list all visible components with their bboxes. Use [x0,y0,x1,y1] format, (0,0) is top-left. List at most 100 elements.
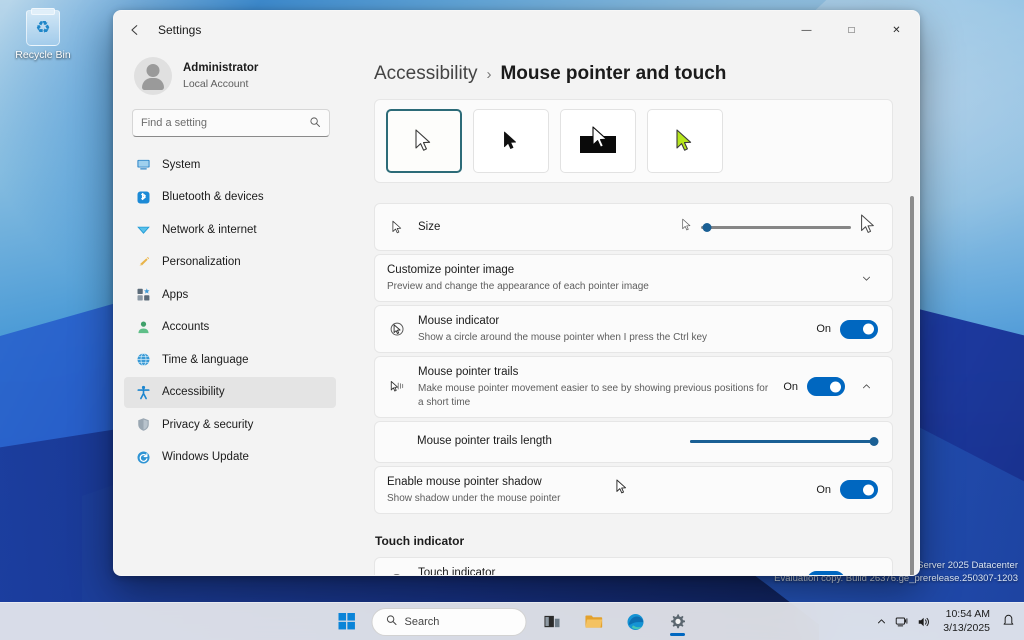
app-title: Settings [158,23,202,37]
setting-subtitle: Preview and change the appearance of eac… [387,280,649,292]
pointer-style-black[interactable] [473,109,549,173]
trails-length-slider[interactable] [690,433,879,451]
setting-title: Mouse indicator [418,315,500,328]
start-button[interactable] [330,607,364,637]
setting-row-trails-length: Mouse pointer trails length [375,422,892,462]
windows-start-icon [338,613,355,630]
breadcrumb: Accessibility › Mouse pointer and touch [374,63,893,85]
setting-row-pointer-shadow: Enable mouse pointer shadow Show shadow … [375,467,892,513]
sidebar-nav: System Bluetooth & devices Network & int… [124,149,336,575]
setting-row-customize-pointer-image[interactable]: Customize pointer image Preview and chan… [375,255,892,301]
pointer-style-inverted[interactable] [560,109,636,173]
recycle-bin-icon: ♻ [26,8,60,46]
window-controls: — □ ✕ [784,11,919,49]
cursor-inverted-icon [580,126,616,153]
touch-indicator-toggle[interactable] [807,571,845,575]
desktop-icon-recycle-bin[interactable]: ♻ Recycle Bin [6,6,80,62]
close-button[interactable]: ✕ [874,11,919,49]
chevron-up-icon[interactable] [854,375,878,399]
sidebar-item-label: Accessibility [162,386,225,398]
chevron-up-icon[interactable] [854,569,878,575]
setting-row-touch-indicator: Touch indicator Show a circle on the scr… [375,558,892,575]
edge-browser-icon [627,613,644,630]
slider-thumb[interactable] [699,219,716,236]
personalization-icon [135,254,151,270]
file-explorer-button[interactable] [577,607,611,637]
sidebar-item-privacy-security[interactable]: Privacy & security [124,409,336,440]
back-arrow-icon [131,25,138,35]
search-input[interactable] [141,117,309,129]
system-tray: 10:54 AM 3/13/2025 [876,603,1018,640]
mouse-pointer-small-icon [681,218,693,237]
setting-card-mouse-indicator: Mouse indicator Show a circle around the… [374,305,893,353]
setting-row-mouse-pointer-trails: Mouse pointer trails Make mouse pointer … [375,357,892,417]
pointer-style-picker [374,99,893,183]
pointer-shadow-toggle[interactable] [840,480,878,500]
sidebar-item-network-internet[interactable]: Network & internet [124,214,336,245]
setting-title: Size [418,220,441,233]
sidebar-item-accounts[interactable]: Accounts [124,312,336,343]
search-icon [309,116,321,131]
clock-time: 10:54 AM [945,608,990,621]
cursor-white-icon [415,129,431,151]
system-icon [135,157,151,173]
edge-browser-button[interactable] [619,607,653,637]
chevron-up-icon[interactable] [876,616,887,627]
bluetooth-icon [135,189,151,205]
sidebar-item-label: Apps [162,288,189,301]
content-area: Accessibility › Mouse pointer and touch [344,49,919,575]
mouse-indicator-toggle[interactable] [840,319,878,339]
sidebar-item-time-language[interactable]: Time & language [124,344,336,375]
account-block[interactable]: Administrator Local Account [124,49,336,105]
file-explorer-icon [584,615,602,628]
task-view-button[interactable] [535,607,569,637]
setting-card-customize-pointer-image[interactable]: Customize pointer image Preview and chan… [374,254,893,302]
sidebar-item-label: Time & language [162,353,249,366]
search-box[interactable] [132,109,330,137]
setting-card-touch-indicator: Touch indicator Show a circle on the scr… [374,556,893,575]
cursor-custom-green-icon [676,129,692,151]
content-scrollbar[interactable] [910,119,914,575]
settings-taskbar-button[interactable] [661,607,695,637]
page-header: Accessibility › Mouse pointer and touch [374,49,893,99]
accessibility-icon [135,384,151,400]
mouse-indicator-icon [387,321,407,338]
setting-subtitle: Show a circle around the mouse pointer w… [418,331,708,343]
size-slider[interactable] [701,218,851,236]
recycle-bin-label: Recycle Bin [15,49,71,61]
maximize-button[interactable]: □ [829,11,874,49]
size-slider-wrap [681,213,878,241]
sidebar-item-personalization[interactable]: Personalization [124,247,336,278]
breadcrumb-parent[interactable]: Accessibility [374,63,477,85]
settings-gear-icon [671,613,685,628]
mouse-pointer-trails-toggle[interactable] [807,377,845,397]
notification-bell-icon[interactable] [1002,613,1018,630]
taskbar-clock[interactable]: 10:54 AM 3/13/2025 [939,608,994,635]
section-heading-touch-indicator: Touch indicator [375,533,465,548]
volume-icon[interactable] [917,615,931,629]
window-body: Administrator Local Account Find a setti… [114,49,919,575]
sidebar-item-accessibility[interactable]: Accessibility [124,376,336,408]
sidebar-item-system[interactable]: System [124,149,336,180]
avatar [134,57,172,95]
pointer-style-white[interactable] [386,109,462,173]
sidebar-item-bluetooth-devices[interactable]: Bluetooth & devices [124,182,336,213]
sidebar-item-apps[interactable]: Apps [124,279,336,310]
windows-update-icon [135,449,151,465]
network-tray-icon[interactable] [895,615,909,629]
slider-thumb[interactable] [866,433,883,450]
sidebar-item-label: Network & internet [162,223,257,236]
sidebar-item-windows-update[interactable]: Windows Update [124,442,336,473]
search-icon [386,613,398,631]
taskbar-search-box[interactable]: Search [371,607,527,636]
sidebar-item-label: Bluetooth & devices [162,191,264,203]
setting-title: Mouse pointer trails [418,366,519,378]
scrollbar-thumb[interactable] [910,196,914,575]
minimize-button[interactable]: — [784,11,829,49]
setting-subtitle: Make mouse pointer movement easier to se… [418,382,769,408]
sidebar-item-label: System [162,158,201,171]
mouse-pointer-small-icon [387,220,407,235]
back-button[interactable] [120,15,150,45]
chevron-down-icon[interactable] [854,266,878,290]
pointer-style-custom[interactable] [647,109,723,173]
